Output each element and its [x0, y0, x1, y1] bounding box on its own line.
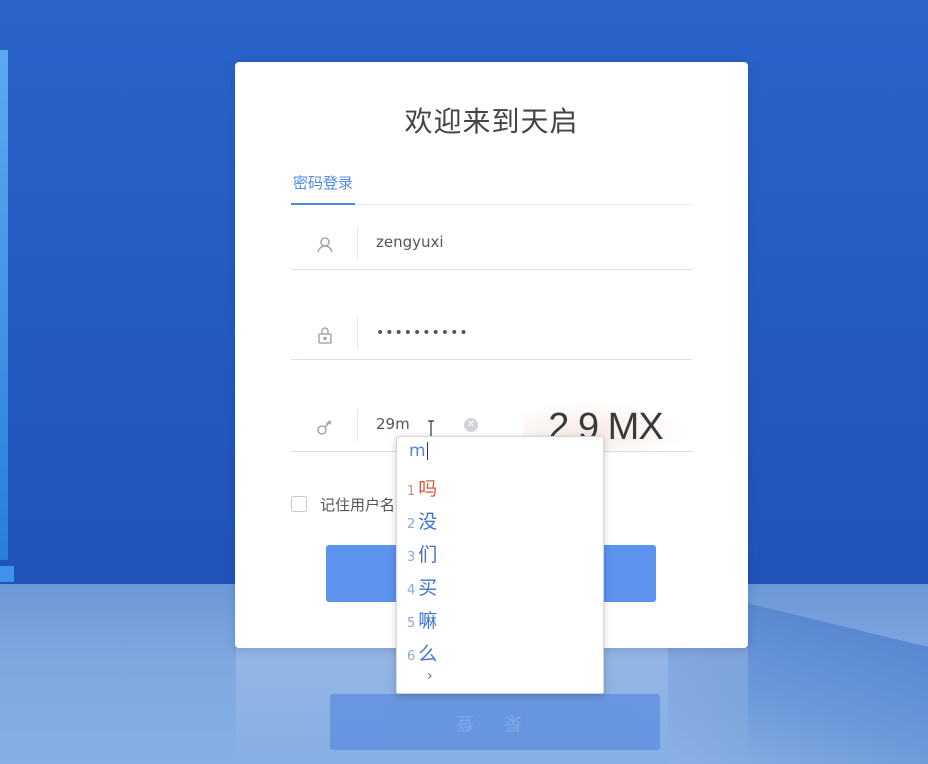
- captcha-input[interactable]: 29m: [376, 415, 410, 433]
- candidate-number: 3: [407, 550, 416, 565]
- ime-candidate[interactable]: 3们: [407, 539, 437, 572]
- candidate-text: 么: [418, 643, 438, 665]
- field-separator: [357, 227, 358, 259]
- remember-checkbox[interactable]: [291, 496, 307, 512]
- ime-candidate-list: 1吗 2没 3们 4买 5嘛 6么: [407, 473, 437, 671]
- lock-icon: [315, 325, 335, 345]
- candidate-text: 吗: [418, 478, 438, 500]
- password-input[interactable]: ••••••••••: [376, 325, 469, 341]
- ime-candidate[interactable]: 6么: [407, 638, 437, 671]
- candidate-text: 嘛: [418, 610, 438, 632]
- remember-label: 记住用户名: [320, 496, 396, 514]
- candidate-number: 5: [407, 616, 416, 631]
- field-separator: [357, 317, 358, 349]
- ime-caret: [426, 442, 428, 460]
- ime-composition: m: [409, 441, 428, 461]
- candidate-number: 4: [407, 583, 416, 598]
- candidate-number: 1: [407, 484, 416, 499]
- page-title: 欢迎来到天启: [404, 105, 579, 138]
- key-icon: [315, 417, 335, 437]
- left-decoration-tab: [0, 566, 14, 582]
- clear-icon[interactable]: ✕: [464, 418, 478, 432]
- ime-candidate[interactable]: 1吗: [407, 473, 437, 506]
- ime-candidate[interactable]: 5嘛: [407, 605, 437, 638]
- ime-candidate[interactable]: 4买: [407, 572, 437, 605]
- login-tabs: 密码登录: [291, 166, 692, 205]
- field-separator: [357, 409, 358, 441]
- ime-next-page-icon[interactable]: ›: [427, 668, 433, 684]
- username-input[interactable]: zengyuxi: [376, 233, 444, 251]
- password-field[interactable]: ••••••••••: [291, 313, 692, 360]
- candidate-number: 6: [407, 649, 416, 664]
- reflected-login-button: 登 录: [330, 694, 660, 750]
- candidate-text: 买: [418, 577, 438, 599]
- candidate-text: 们: [418, 544, 438, 566]
- ime-candidate[interactable]: 2没: [407, 506, 437, 539]
- candidate-text: 没: [418, 511, 438, 533]
- left-decoration: [0, 50, 8, 560]
- ime-candidate-window: m 1吗 2没 3们 4买 5嘛 6么 ›: [396, 436, 604, 694]
- tab-password-login[interactable]: 密码登录: [291, 172, 356, 205]
- user-icon: [315, 235, 335, 255]
- username-field[interactable]: zengyuxi: [291, 223, 692, 270]
- candidate-number: 2: [407, 517, 416, 532]
